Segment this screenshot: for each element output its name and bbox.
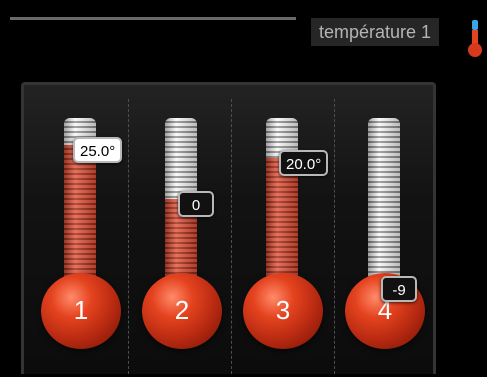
thermometer-2[interactable]: 2 0 xyxy=(130,85,230,377)
thermometer-tube xyxy=(368,118,400,298)
thermometer-bulb: 3 xyxy=(243,273,323,349)
thermometer-1[interactable]: 1 25.0° xyxy=(29,85,129,377)
thermometer-bulb: 1 xyxy=(41,273,121,349)
temperature-value: 25.0° xyxy=(73,137,123,163)
thermometer-panel: 1 25.0° 2 0 3 20.0° 4 -9 xyxy=(21,82,436,374)
thermometer-tube xyxy=(266,118,298,298)
thermometer-number: 2 xyxy=(174,295,190,325)
temperature-value: 20.0° xyxy=(279,150,329,176)
page-title: température 1 xyxy=(311,18,440,46)
thermometer-number: 1 xyxy=(73,295,89,325)
thermometer-bulb: 2 xyxy=(142,273,222,349)
temperature-value: -9 xyxy=(381,276,417,302)
thermometer-3[interactable]: 3 20.0° xyxy=(231,85,331,377)
header-rule xyxy=(10,17,296,20)
thermometer-icon xyxy=(468,20,482,57)
thermometer-number: 3 xyxy=(275,295,291,325)
temperature-value: 0 xyxy=(178,191,214,217)
thermometer-4[interactable]: 4 -9 xyxy=(333,85,433,377)
